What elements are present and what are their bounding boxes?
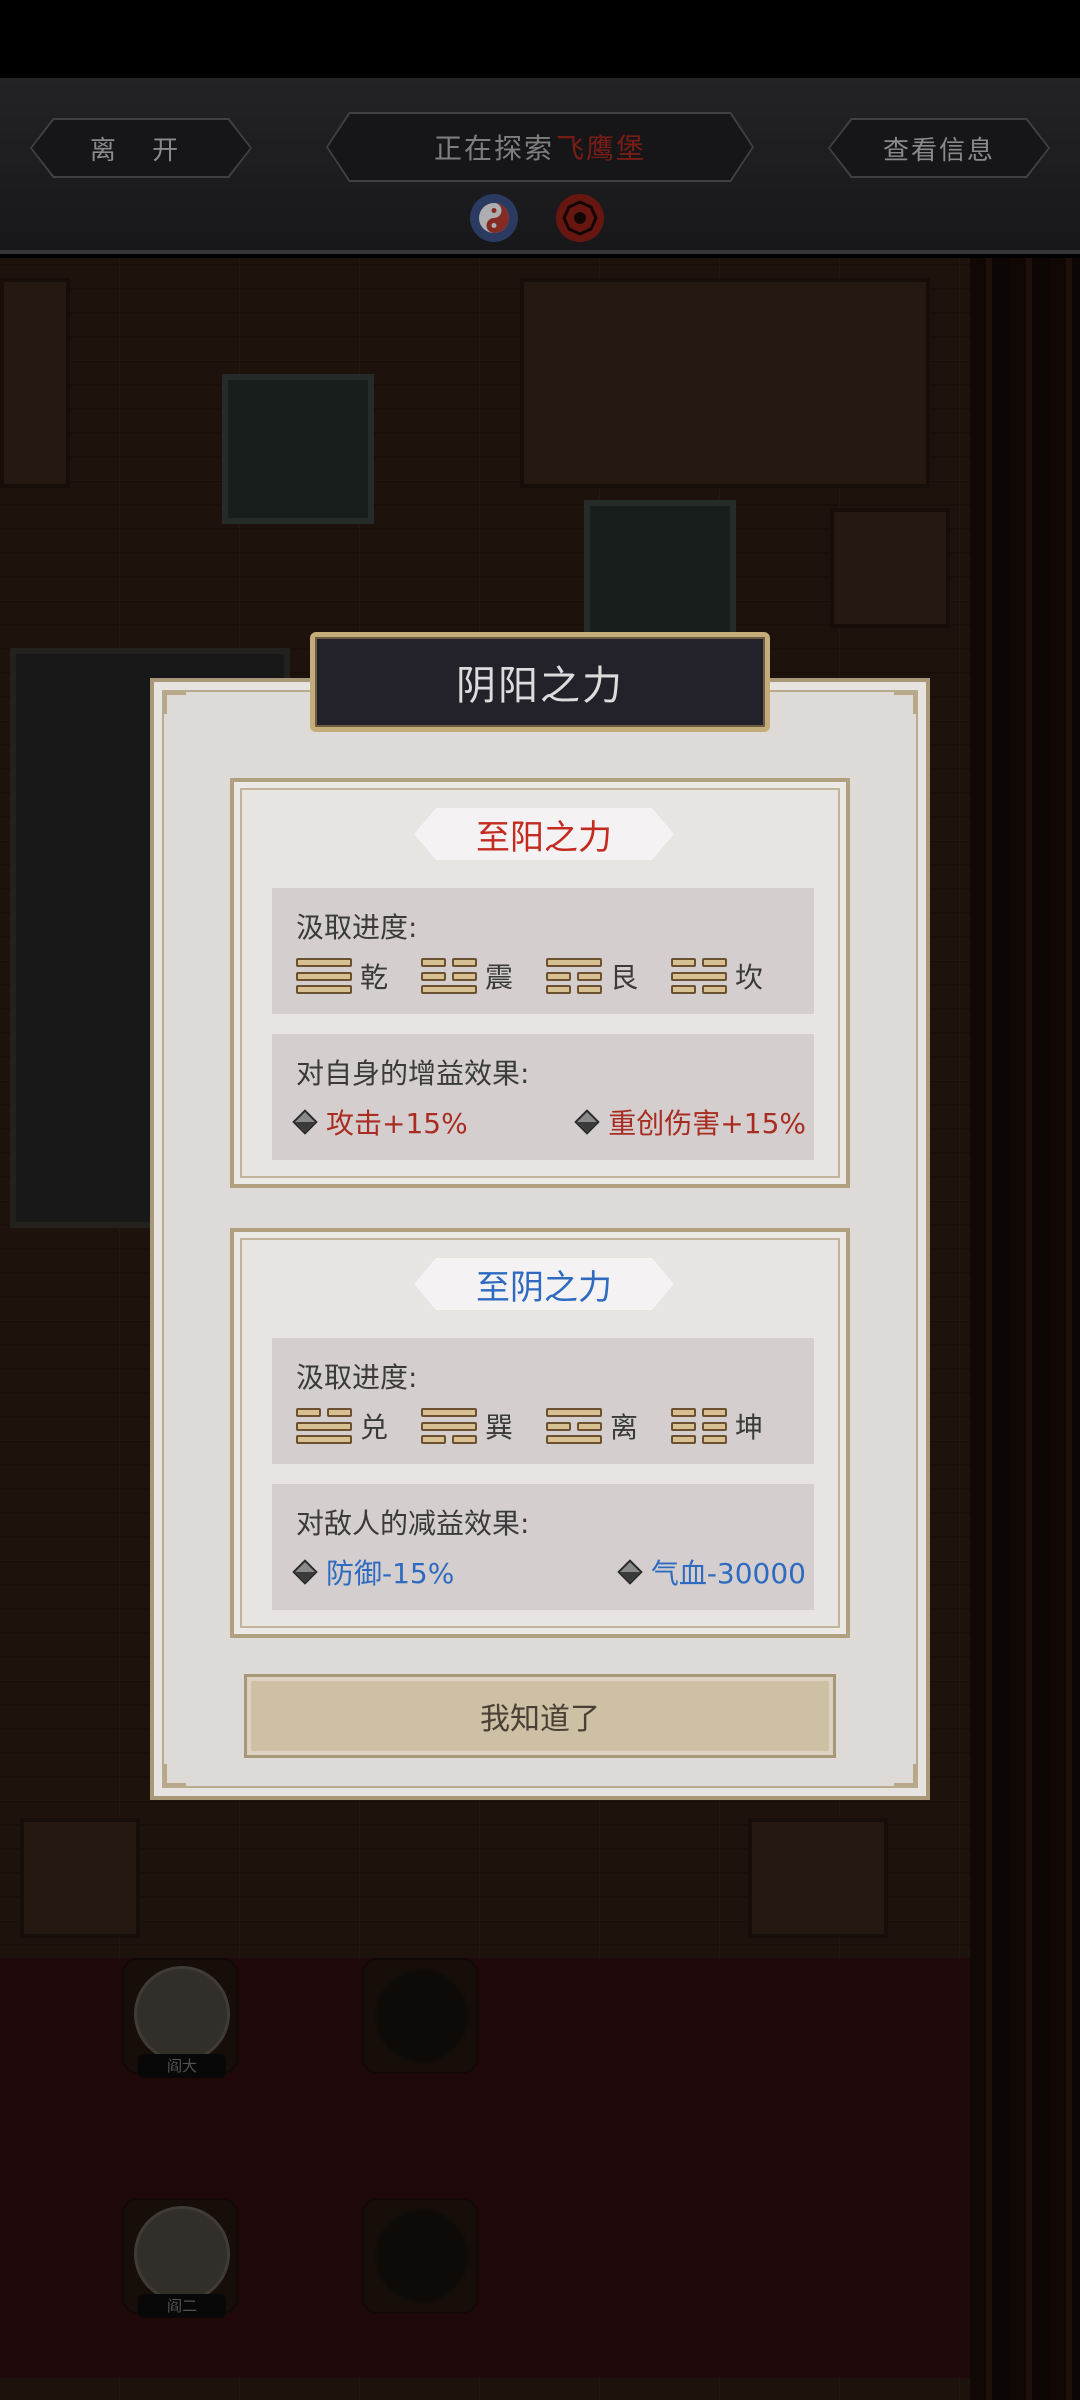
trigram-kun: 坤: [671, 1406, 796, 1446]
effect-heading: 对敌人的减益效果:: [296, 1507, 530, 1540]
diamond-icon: [574, 1109, 601, 1135]
diamond-icon: [617, 1559, 643, 1585]
effect-heading: 对自身的增益效果:: [296, 1057, 530, 1090]
dialog-title-frame: 阴阳之力: [310, 632, 770, 732]
trigram-name: 乾: [360, 961, 389, 994]
effect-text: 防御-15%: [326, 1557, 455, 1590]
trigram-list: 兑 巽 离 坤: [296, 1406, 796, 1446]
trigram-name: 坎: [735, 961, 764, 994]
trigram-zhen: 震: [421, 956, 546, 996]
yin-power-section: 至阴之力 汲取进度: 兑 巽 离 坤 对敌人的减益效果: 防御-15% 气血-3…: [230, 1228, 850, 1638]
trigram-list: 乾 震 艮 坎: [296, 956, 796, 996]
confirm-button[interactable]: 我知道了: [244, 1674, 836, 1758]
dialog-title: 阴阳之力: [315, 637, 765, 727]
yang-effect-panel: 对自身的增益效果: 攻击+15% 重创伤害+15%: [272, 1034, 814, 1160]
yang-power-section: 至阳之力 汲取进度: 乾 震 艮 坎 对自身的增益效果: 攻击+15% 重创伤害…: [230, 778, 850, 1188]
corner-ornament: [894, 1764, 916, 1786]
yang-progress-panel: 汲取进度: 乾 震 艮 坎: [272, 888, 814, 1014]
trigram-qian: 乾: [296, 956, 421, 996]
trigram-li: 离: [546, 1406, 671, 1446]
trigram-kan-icon: [671, 958, 727, 994]
trigram-dui: 兑: [296, 1406, 421, 1446]
trigram-gen: 艮: [546, 956, 671, 996]
yin-progress-panel: 汲取进度: 兑 巽 离 坤: [272, 1338, 814, 1464]
effect-text: 重创伤害+15%: [608, 1107, 806, 1140]
diamond-icon: [292, 1559, 318, 1585]
trigram-li-icon: [546, 1408, 602, 1444]
trigram-xun: 巽: [421, 1406, 546, 1446]
trigram-qian-icon: [296, 958, 352, 994]
effect-list: 防御-15% 气血-30000: [292, 1552, 806, 1592]
yin-power-label: 至阴之力: [414, 1258, 674, 1310]
effect-text: 攻击+15%: [326, 1107, 468, 1140]
buff-effect: 重创伤害+15%: [574, 1102, 806, 1142]
debuff-effect: 气血-30000: [617, 1552, 806, 1592]
buff-effect: 攻击+15%: [292, 1102, 468, 1142]
trigram-name: 兑: [360, 1411, 389, 1444]
yang-power-label: 至阳之力: [414, 808, 674, 860]
trigram-kun-icon: [671, 1408, 727, 1444]
effect-text: 气血-30000: [650, 1557, 806, 1590]
trigram-xun-icon: [421, 1408, 477, 1444]
progress-heading: 汲取进度:: [296, 911, 418, 944]
trigram-name: 艮: [610, 961, 639, 994]
effect-list: 攻击+15% 重创伤害+15%: [292, 1102, 806, 1142]
trigram-dui-icon: [296, 1408, 352, 1444]
debuff-effect: 防御-15%: [292, 1552, 455, 1592]
corner-ornament: [164, 692, 186, 714]
trigram-name: 坤: [735, 1411, 764, 1444]
trigram-kan: 坎: [671, 956, 796, 996]
corner-ornament: [164, 1764, 186, 1786]
trigram-name: 震: [485, 961, 514, 994]
diamond-icon: [292, 1109, 318, 1135]
trigram-zhen-icon: [421, 958, 477, 994]
trigram-name: 巽: [485, 1411, 514, 1444]
corner-ornament: [894, 692, 916, 714]
trigram-name: 离: [610, 1411, 639, 1444]
yin-effect-panel: 对敌人的减益效果: 防御-15% 气血-30000: [272, 1484, 814, 1610]
trigram-gen-icon: [546, 958, 602, 994]
progress-heading: 汲取进度:: [296, 1361, 418, 1394]
